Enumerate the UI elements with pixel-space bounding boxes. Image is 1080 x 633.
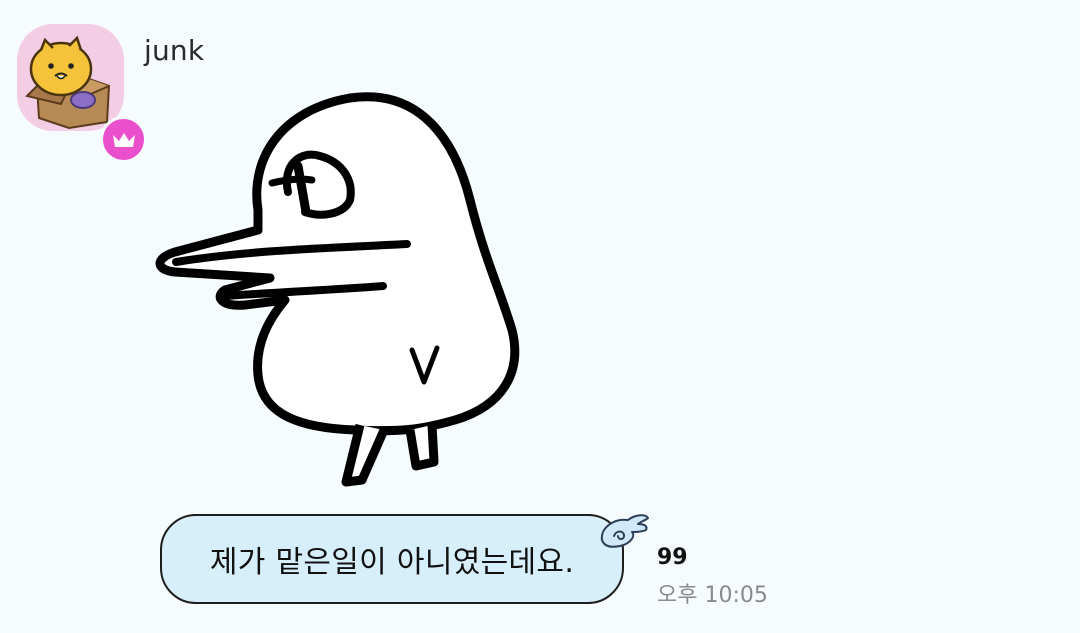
message-timestamp: 오후 10:05	[657, 583, 768, 608]
sender-name[interactable]: junk	[144, 34, 204, 67]
angel-wing-icon	[600, 514, 649, 548]
chat-message-group: junk 제가 맡은일이 아니였는데요. 99 오후 10:05	[0, 0, 1080, 633]
message-bubble[interactable]: 제가 맡은일이 아니였는데요.	[160, 514, 624, 604]
unread-count: 99	[657, 545, 688, 570]
profile-avatar[interactable]	[17, 24, 147, 163]
lion-avatar-icon	[25, 35, 111, 130]
duck-sticker[interactable]	[150, 84, 530, 494]
crown-icon	[100, 116, 147, 163]
message-text: 제가 맡은일이 아니였는데요.	[209, 545, 575, 580]
